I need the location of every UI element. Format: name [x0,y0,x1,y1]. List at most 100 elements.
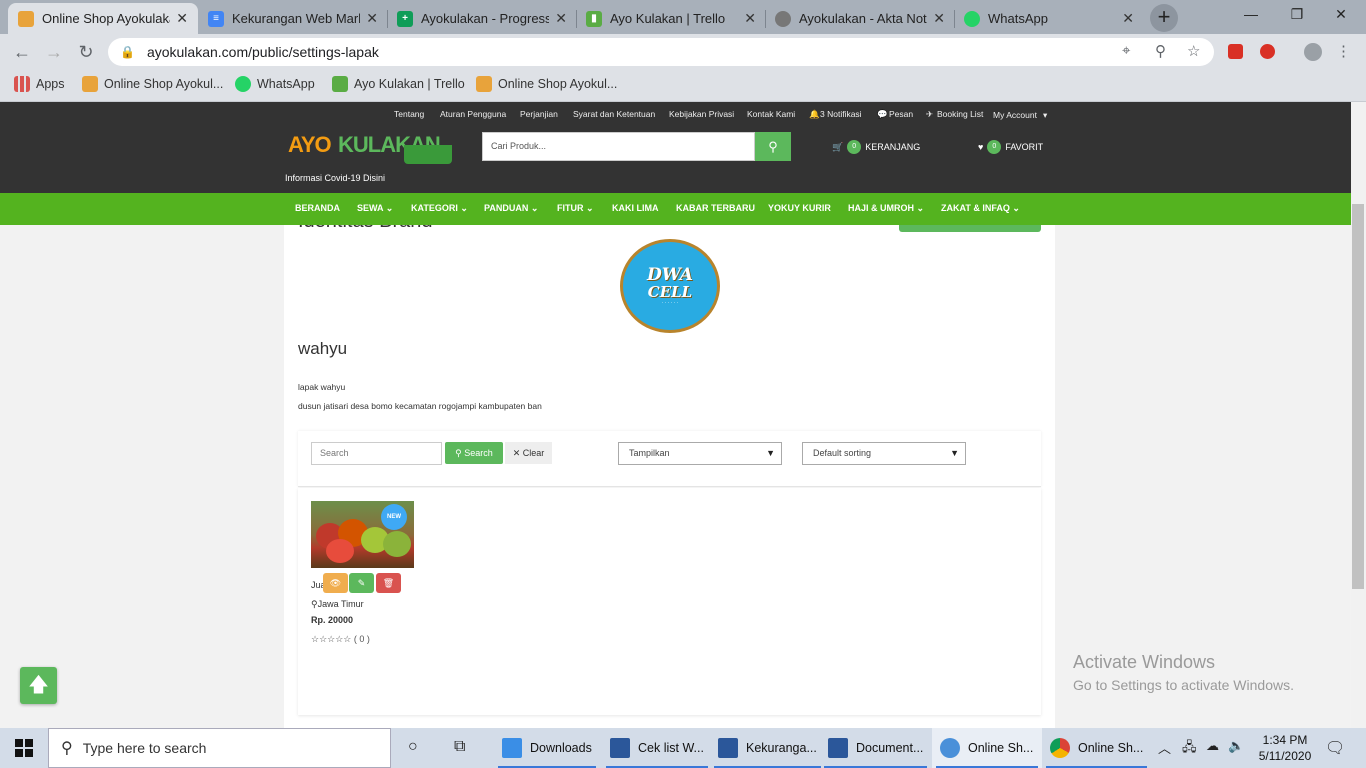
url-text: ayokulakan.com/public/settings-lapak [146,44,379,60]
nav-kategori[interactable]: KATEGORI ⌄ [411,203,468,214]
product-search-input[interactable]: Cari Produk... [482,132,755,161]
menu-dots-icon[interactable]: ⋮ [1336,42,1351,60]
word-icon [610,738,630,758]
trash-icon: 🗑 [382,578,395,588]
toplink-notifikasi[interactable]: 3 Notifikasi [820,109,862,119]
toplink-pesan[interactable]: Pesan [889,109,913,119]
edit-product-button[interactable]: ✎ [349,573,374,593]
nav-haji-umroh[interactable]: HAJI & UMROH ⌄ [848,203,924,214]
close-icon[interactable]: ✕ [1122,10,1134,27]
toplink-tentang[interactable]: Tentang [394,109,424,119]
chevron-up-icon[interactable]: ︿ [1158,738,1171,757]
tab-whatsapp[interactable]: WhatsApp ✕ [954,3,1144,34]
bookmark-apps[interactable]: Apps [14,76,65,92]
bookmark-label: Apps [36,77,65,91]
taskbar-search-box[interactable]: ⚲ Type here to search [48,728,391,768]
product-filter-search-input[interactable]: Search [311,442,442,465]
close-icon[interactable]: ✕ [176,10,188,27]
cart-label: KERANJANG [865,142,921,152]
shop-logo-line2: CELL [647,282,693,301]
clock-date: 5/11/2020 [1258,749,1312,763]
display-select[interactable]: Tampilkan ▼ [618,442,782,465]
location-target-icon[interactable]: ⌖ [1122,42,1130,59]
cart-link[interactable]: 🛒 0 KERANJANG [832,140,920,154]
edit-brand-button[interactable] [899,225,1041,232]
filter-search-button[interactable]: ⚲ Search [445,442,503,464]
window-close-button[interactable]: ✕ [1326,6,1356,23]
nav-kaki-lima[interactable]: KAKI LIMA [612,203,659,213]
taskbar-app-chrome-1[interactable]: Online Sh... [932,728,1042,768]
toplink-syarat[interactable]: Syarat dan Ketentuan [573,109,655,119]
bookmark-trello[interactable]: Ayo Kulakan | Trello [332,76,465,92]
restore-button[interactable]: ❐ [1282,6,1312,23]
toplink-perjanjian[interactable]: Perjanjian [520,109,558,119]
chevron-down-icon: ⌄ [1012,203,1020,213]
taskbar-app-word-1[interactable]: Cek list W... [602,728,712,768]
nav-label: ZAKAT & INFAQ [941,203,1010,213]
back-to-top-button[interactable]: 🡅 [20,667,57,704]
sort-select[interactable]: Default sorting ▼ [802,442,966,465]
scrollbar-thumb[interactable] [1352,204,1364,589]
search-icon: ⚲ [455,448,462,458]
zoom-icon[interactable]: ⚲ [1155,42,1166,60]
nav-yokuy-kurir[interactable]: YOKUY KURIR [768,203,831,213]
bookmark-online-shop-2[interactable]: Online Shop Ayokul... [476,76,617,92]
extension-icon[interactable] [1228,44,1243,59]
toplink-kontak[interactable]: Kontak Kami [747,109,795,119]
system-clock[interactable]: 1:34 PM 5/11/2020 [1250,732,1320,764]
profile-avatar[interactable] [1304,43,1322,61]
close-icon[interactable]: ✕ [366,10,378,27]
whatsapp-favicon-icon [964,10,980,27]
favorite-link[interactable]: ♥ 0 FAVORIT [978,140,1043,154]
onedrive-icon[interactable]: ☁ [1206,738,1219,754]
toplink-aturan[interactable]: Aturan Pengguna [440,109,506,119]
cortana-icon[interactable]: ○ [408,738,418,756]
filter-search-label: Search [464,448,493,458]
forward-arrow-icon[interactable]: → [42,42,66,63]
tab-online-shop[interactable]: Online Shop Ayokulakan ✕ [8,3,198,34]
delete-product-button[interactable]: 🗑 [376,573,401,593]
star-icon[interactable]: ☆ [1187,42,1200,60]
taskbar-app-word-2[interactable]: Kekuranga... [710,728,825,768]
nav-beranda[interactable]: BERANDA [295,203,340,213]
nav-zakat-infaq[interactable]: ZAKAT & INFAQ ⌄ [941,203,1020,214]
toplink-my-account[interactable]: My Account [993,110,1037,120]
view-product-button[interactable]: 👁 [323,573,348,593]
covid-info-link[interactable]: Informasi Covid-19 Disini [285,173,385,183]
close-icon[interactable]: ✕ [933,10,945,27]
toplink-kebijakan[interactable]: Kebijakan Privasi [669,109,734,119]
tab-progress[interactable]: + Ayokulakan - Progress ✕ [387,3,577,34]
minimize-button[interactable]: — [1236,6,1266,22]
tab-kekurangan[interactable]: ≡ Kekurangan Web Marketplace ✕ [198,3,388,34]
reload-icon[interactable]: ↻ [74,42,98,63]
taskbar-app-word-3[interactable]: Document... [820,728,931,768]
toplink-booking[interactable]: Booking List [937,109,983,119]
display-select-value: Tampilkan [629,448,670,458]
nav-sewa[interactable]: SEWA ⌄ [357,203,393,214]
back-arrow-icon[interactable]: ← [10,42,34,63]
shop-logo-fineprint: · · · · · · [661,299,679,306]
bookmark-whatsapp[interactable]: WhatsApp [235,76,315,92]
filter-clear-button[interactable]: ✕ Clear [505,442,552,464]
nav-panduan[interactable]: PANDUAN ⌄ [484,203,538,214]
new-tab-button[interactable]: + [1150,4,1178,32]
taskbar-app-chrome-2[interactable]: Online Sh... [1042,728,1151,768]
taskbar-app-downloads[interactable]: Downloads [494,728,600,768]
adblock-icon[interactable] [1260,44,1275,59]
task-view-icon[interactable]: ⧉ [454,738,465,756]
ayokulakan-favicon-icon [18,10,34,27]
start-button[interactable] [0,728,48,768]
tab-akta[interactable]: Ayokulakan - Akta Notaris ✕ [765,3,955,34]
tab-trello[interactable]: ▮ Ayo Kulakan | Trello ✕ [576,3,766,34]
close-icon[interactable]: ✕ [555,10,567,27]
nav-kabar-terbaru[interactable]: KABAR TERBARU [676,203,755,213]
url-field[interactable]: 🔒 ayokulakan.com/public/settings-lapak [108,38,1214,66]
volume-icon[interactable]: 🔈 [1228,738,1244,754]
site-logo-ayo[interactable]: AYO [288,132,332,158]
bookmark-online-shop[interactable]: Online Shop Ayokul... [82,76,223,92]
search-button[interactable]: ⚲ [755,132,791,161]
nav-fitur[interactable]: FITUR ⌄ [557,203,594,214]
notification-icon[interactable]: 🗨 [1325,738,1345,758]
close-icon[interactable]: ✕ [744,10,756,27]
network-icon[interactable]: 🖧 [1182,738,1197,760]
